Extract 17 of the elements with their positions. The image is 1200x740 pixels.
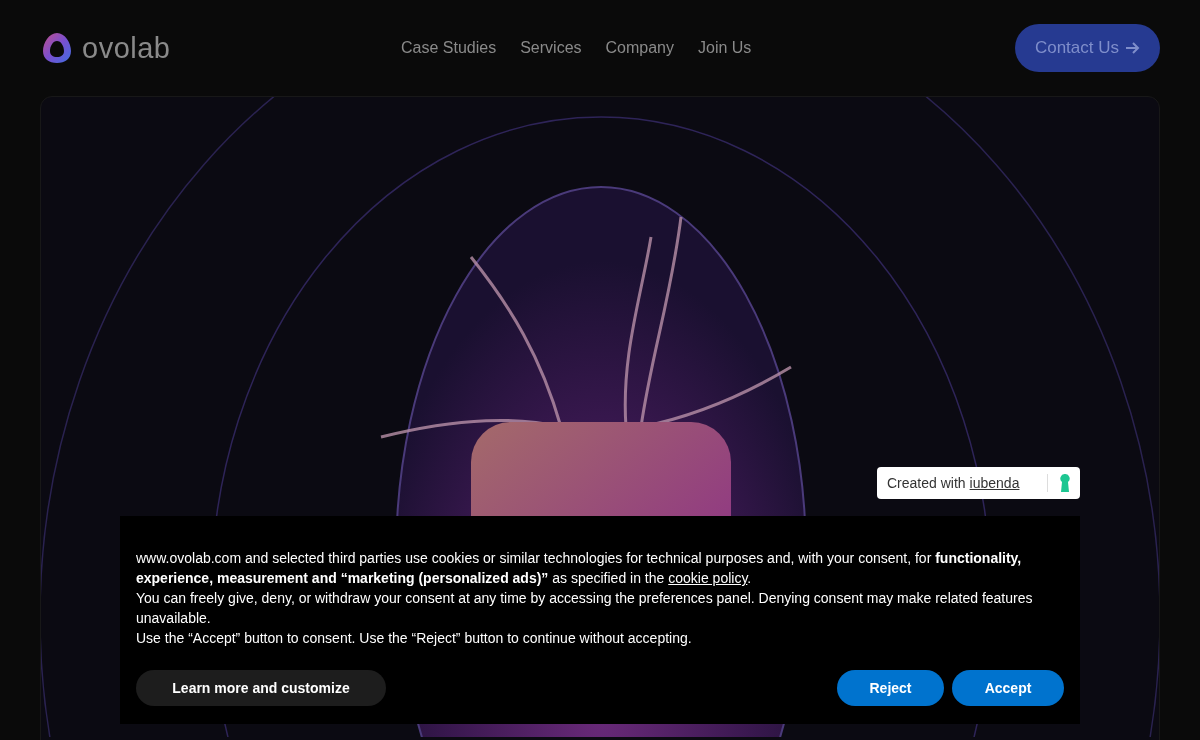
consent-button[interactable]: Reject bbox=[837, 670, 944, 706]
keyhole-icon bbox=[1060, 474, 1070, 492]
badge-text: Created with bbox=[887, 475, 966, 491]
nav-link[interactable]: Case Studies bbox=[401, 39, 497, 57]
iubenda-link[interactable]: iubenda bbox=[969, 475, 1020, 491]
logo-wordmark[interactable]: ovolab bbox=[82, 31, 171, 65]
consent-text: You can freely give, deny, or withdraw your consent at any time by accessing the preferences panel. Denying consent may make related features unavailable. bbox=[136, 589, 1034, 628]
nav-link[interactable]: Company bbox=[605, 39, 674, 57]
consent-text: www.ovolab.com and selected third parties use cookies or similar technologies for technical purposes and, with your consent, for functionality, experience, measurement and “marketing (personalized ads)” as specified in the cookie policy. bbox=[136, 549, 1023, 588]
consent-button[interactable]: Learn more and customize bbox=[136, 670, 386, 706]
logo-icon bbox=[40, 31, 74, 65]
nav-link[interactable]: Join Us bbox=[698, 39, 752, 57]
consent-button[interactable]: Accept bbox=[952, 670, 1064, 706]
arrow-right-icon bbox=[1125, 41, 1140, 55]
nav-link[interactable]: Services bbox=[520, 39, 582, 57]
consent-text: Use the “Accept” button to consent. Use the “Reject” button to continue without accepting. bbox=[136, 629, 693, 648]
contact-us-button[interactable]: Contact Us bbox=[1014, 24, 1160, 72]
